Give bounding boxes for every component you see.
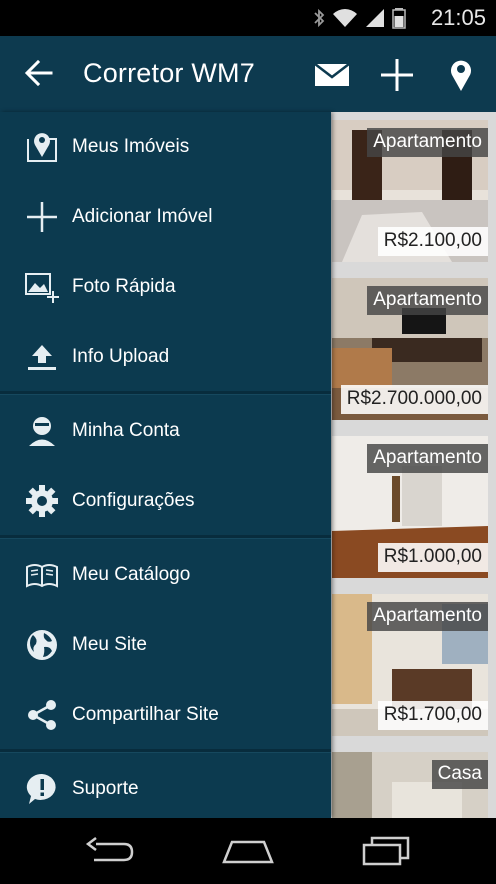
listing-card[interactable]: Apartamento R$1.700,00 xyxy=(332,594,488,736)
drawer-item-label: Meu Catálogo xyxy=(72,564,191,585)
status-time: 21:05 xyxy=(430,5,486,30)
listing-price: R$2.700.000,00 xyxy=(340,385,488,414)
drawer-item-meus-imoveis[interactable]: Meus Imóveis xyxy=(0,112,331,182)
drawer-item-label: Info Upload xyxy=(72,346,170,367)
signal-icon xyxy=(366,9,384,27)
listing-card[interactable]: Apartamento R$2.700.000,00 xyxy=(332,278,488,420)
globe-icon xyxy=(24,627,60,663)
drawer-item-meu-catalogo[interactable]: Meu Catálogo xyxy=(0,540,331,610)
drawer-item-foto-rapida[interactable]: Foto Rápida xyxy=(0,252,331,322)
drawer-item-compartilhar-site[interactable]: Compartilhar Site xyxy=(0,680,331,750)
recents-icon[interactable] xyxy=(360,836,412,866)
drawer-item-adicionar-imovel[interactable]: Adicionar Imóvel xyxy=(0,182,331,252)
drawer-item-label: Suporte xyxy=(72,778,139,799)
drawer-divider xyxy=(0,391,331,395)
back-icon[interactable] xyxy=(84,836,136,866)
drawer-item-label: Meu Site xyxy=(72,634,147,655)
mail-icon[interactable] xyxy=(314,58,350,92)
speech-exclamation-icon xyxy=(24,771,60,807)
drawer-item-label: Configurações xyxy=(72,490,195,511)
app-bar: Corretor WM7 xyxy=(0,36,496,112)
drawer-item-info-upload[interactable]: Info Upload xyxy=(0,322,331,392)
listing-price: R$1.700,00 xyxy=(377,701,488,730)
drawer-item-label: Adicionar Imóvel xyxy=(72,206,213,227)
user-icon xyxy=(24,413,60,449)
drawer-item-label: Minha Conta xyxy=(72,420,180,441)
map-pin-house-icon xyxy=(24,129,60,165)
listing-type: Apartamento xyxy=(367,602,488,631)
listing-card[interactable]: Casa xyxy=(332,752,488,818)
app-title: Corretor WM7 xyxy=(83,58,255,88)
home-icon[interactable] xyxy=(222,836,274,866)
status-icons xyxy=(312,7,406,29)
drawer-item-label: Meus Imóveis xyxy=(72,136,190,157)
listing-card[interactable]: Apartamento R$2.100,00 xyxy=(332,120,488,262)
drawer-item-label: Compartilhar Site xyxy=(72,704,219,725)
drawer-item-configuracoes[interactable]: Configurações xyxy=(0,466,331,536)
gear-icon xyxy=(24,483,60,519)
listing-card[interactable]: Apartamento R$1.000,00 xyxy=(332,436,488,578)
bluetooth-icon xyxy=(314,8,325,28)
book-icon xyxy=(24,557,60,593)
navigation-drawer: Meus Imóveis Adicionar Imóvel Foto Rápid… xyxy=(0,112,331,818)
upload-icon xyxy=(24,339,60,375)
listing-price: R$2.100,00 xyxy=(377,227,488,256)
listing-type: Casa xyxy=(431,760,488,789)
listing-type: Apartamento xyxy=(367,128,488,157)
drawer-item-suporte[interactable]: Suporte xyxy=(0,754,331,824)
status-bar: 21:05 xyxy=(0,0,496,36)
listing-type: Apartamento xyxy=(367,286,488,315)
photo-add-icon xyxy=(24,269,60,305)
back-arrow-icon[interactable] xyxy=(24,58,54,88)
listing-type: Apartamento xyxy=(367,444,488,473)
wifi-icon xyxy=(333,9,357,27)
drawer-divider xyxy=(0,535,331,539)
listing-price: R$1.000,00 xyxy=(377,543,488,572)
add-icon[interactable] xyxy=(379,58,415,92)
share-icon xyxy=(24,697,60,733)
system-nav-bar xyxy=(0,818,496,884)
drawer-item-meu-site[interactable]: Meu Site xyxy=(0,610,331,680)
plus-icon xyxy=(24,199,60,235)
drawer-item-label: Foto Rápida xyxy=(72,276,176,297)
drawer-item-minha-conta[interactable]: Minha Conta xyxy=(0,396,331,466)
location-pin-icon[interactable] xyxy=(446,58,476,92)
drawer-divider xyxy=(0,749,331,753)
battery-icon xyxy=(392,8,406,29)
